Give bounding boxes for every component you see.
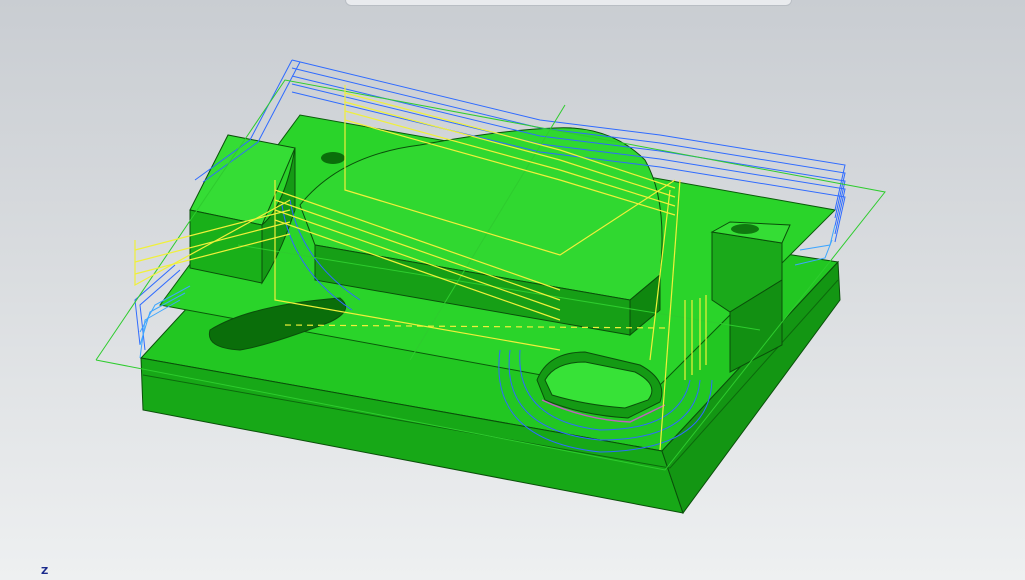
cam-3d-scene[interactable]: [0, 0, 1025, 580]
graphics-viewport[interactable]: Z: [0, 0, 1025, 580]
axis-triad-z-label: Z: [41, 566, 49, 577]
